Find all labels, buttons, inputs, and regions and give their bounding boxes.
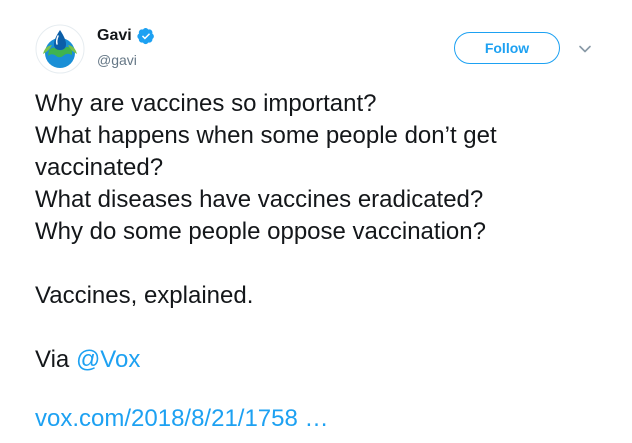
tweet-text: Why are vaccines so important? What happ…	[35, 88, 615, 376]
article-link[interactable]: vox.com/2018/8/21/1758 …	[35, 405, 329, 432]
mention-link[interactable]: @Vox	[76, 346, 140, 373]
tweet-closing: Vaccines, explained.	[35, 282, 254, 309]
tweet-line: What happens when some people don’t get	[35, 122, 497, 149]
tweet-line: What diseases have vaccines eradicated?	[35, 186, 484, 213]
url-line: vox.com/2018/8/21/1758 …	[35, 403, 329, 435]
tweet-line: Why are vaccines so important?	[35, 90, 377, 117]
via-line: Via @Vox	[35, 344, 615, 376]
user-name-row[interactable]: Gavi	[97, 26, 155, 46]
tweet-card: Gavi @gavi Follow Why are vaccines so im…	[0, 0, 632, 443]
verified-badge-icon	[137, 27, 155, 45]
chevron-down-icon[interactable]	[578, 42, 592, 56]
gavi-logo-icon	[35, 24, 85, 74]
user-name[interactable]: Gavi	[97, 26, 132, 46]
avatar[interactable]	[35, 24, 85, 74]
tweet-line: Why do some people oppose vaccination?	[35, 218, 486, 245]
via-prefix: Via	[35, 346, 70, 373]
follow-button[interactable]: Follow	[454, 32, 560, 64]
user-handle[interactable]: @gavi	[97, 51, 137, 69]
tweet-line: vaccinated?	[35, 154, 164, 181]
